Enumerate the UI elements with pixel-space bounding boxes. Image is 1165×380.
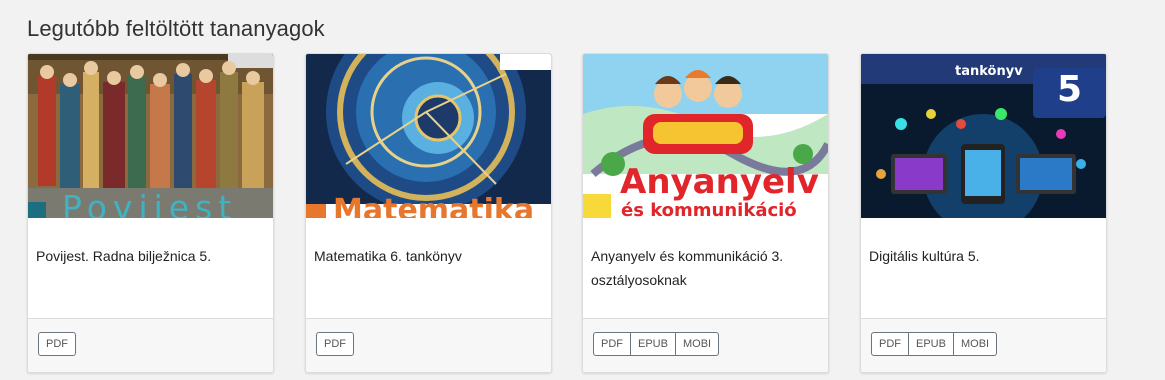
cover-image[interactable]: Anyanyelv és kommunikáció (583, 54, 828, 218)
format-button-group: PDF EPUB MOBI (871, 332, 998, 356)
epub-button[interactable]: EPUB (908, 332, 954, 356)
cover-image[interactable]: Povijest (28, 54, 273, 218)
pdf-button[interactable]: PDF (593, 332, 631, 356)
material-card[interactable]: tankönyv 5 Digitális kultúra 5. PDF EPUB… (860, 53, 1107, 373)
cover-subtitle: és kommunikáció (621, 200, 797, 218)
card-footer: PDF (306, 318, 551, 372)
card-title[interactable]: Povijest. Radna bilježnica 5. (28, 218, 273, 319)
pdf-button[interactable]: PDF (871, 332, 909, 356)
cover-title: tankönyv (955, 64, 1023, 79)
material-card[interactable]: Anyanyelv és kommunikáció Anyanyelv és k… (582, 53, 829, 373)
section-title: Legutóbb feltöltött tananyagok (27, 16, 325, 41)
card-footer: PDF EPUB MOBI (861, 318, 1106, 372)
card-footer: PDF (28, 318, 273, 372)
cover-image[interactable]: Matematika (306, 54, 551, 218)
cover-title: Anyanyelv (620, 162, 819, 202)
card-title[interactable]: Matematika 6. tankönyv (306, 218, 551, 319)
cover-image[interactable]: tankönyv 5 (861, 54, 1106, 218)
format-button-group: PDF EPUB MOBI (593, 332, 720, 356)
epub-button[interactable]: EPUB (630, 332, 676, 356)
card-title[interactable]: Anyanyelv és kommunikáció 3. osztályosok… (583, 218, 828, 319)
cover-badge: 5 (1057, 70, 1083, 110)
material-card[interactable]: Matematika Matematika 6. tankönyv PDF (305, 53, 552, 373)
pdf-button[interactable]: PDF (316, 332, 354, 356)
material-card[interactable]: Povijest Povijest. Radna bilježnica 5. P… (27, 53, 274, 373)
mobi-button[interactable]: MOBI (674, 332, 720, 356)
card-title[interactable]: Digitális kultúra 5. (861, 218, 1106, 319)
card-footer: PDF EPUB MOBI (583, 318, 828, 372)
format-button-group: PDF (316, 332, 354, 356)
cover-title: Matematika (333, 193, 535, 218)
format-button-group: PDF (38, 332, 76, 356)
cover-title: Povijest (62, 188, 238, 218)
mobi-button[interactable]: MOBI (952, 332, 998, 356)
pdf-button[interactable]: PDF (38, 332, 76, 356)
